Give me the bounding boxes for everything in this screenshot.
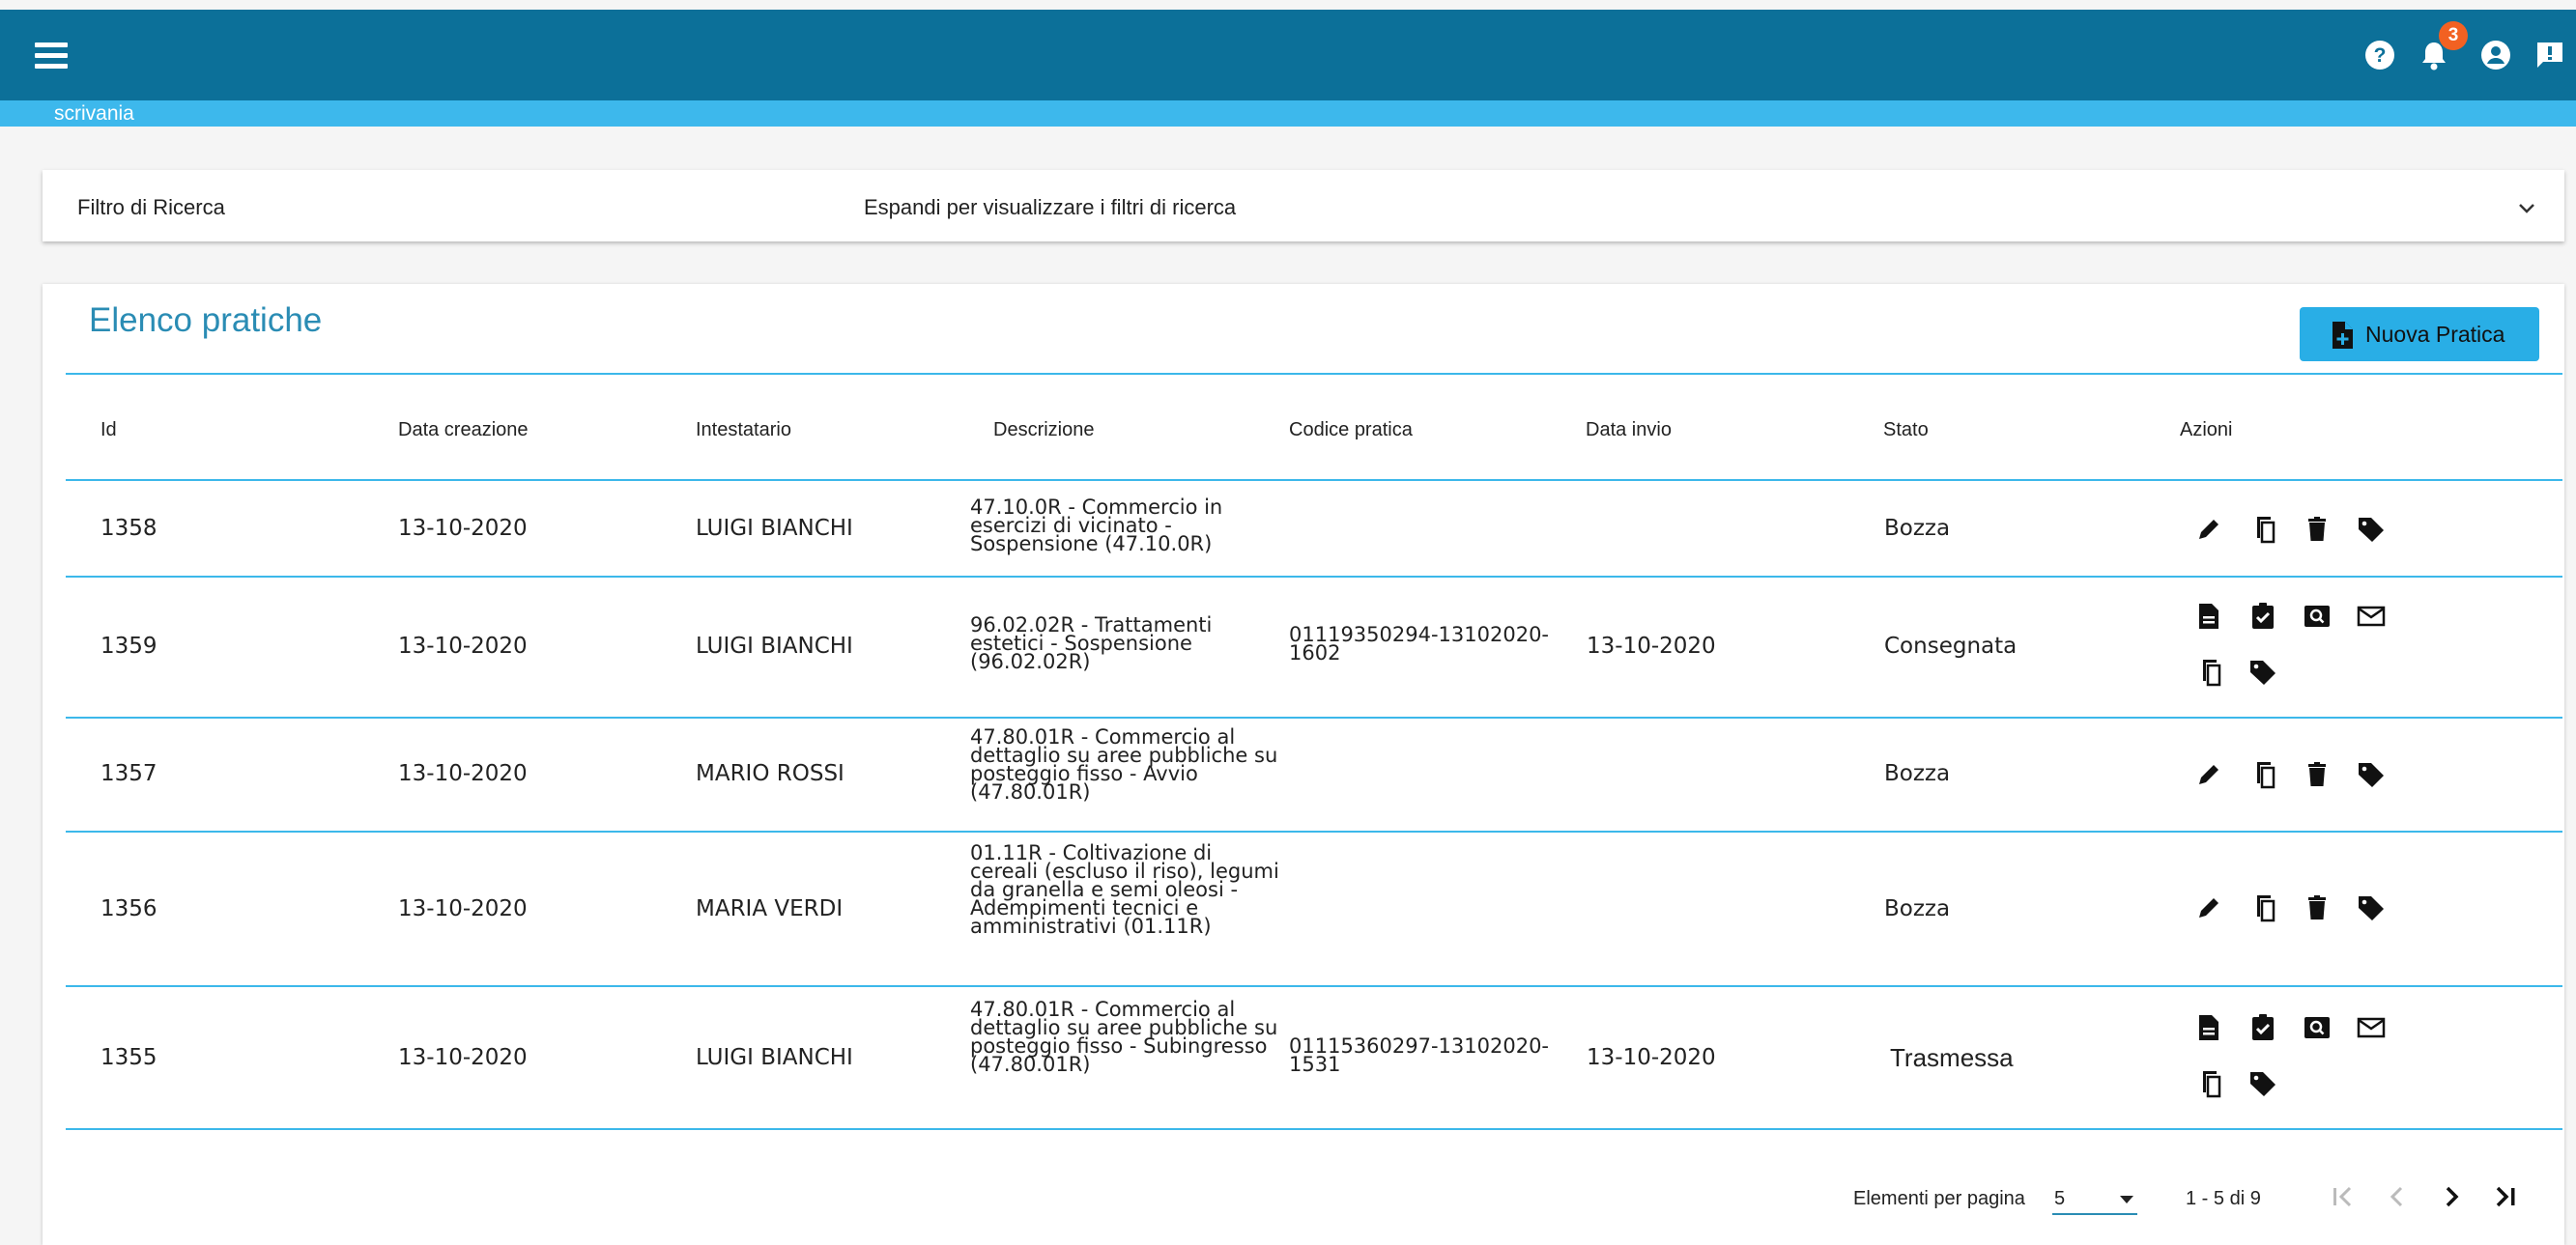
cell-id: 1357	[100, 761, 157, 786]
page-title: Elenco pratiche	[89, 301, 323, 339]
first-page-icon[interactable]	[2327, 1180, 2360, 1213]
cell-intestatario: LUIGI BIANCHI	[696, 516, 853, 541]
cell-stato: Bozza	[1884, 516, 1951, 541]
cell-intestatario: MARIO ROSSI	[696, 761, 844, 786]
copy-icon[interactable]	[2247, 514, 2278, 545]
svg-text:?: ?	[2374, 44, 2387, 67]
edit-icon[interactable]	[2193, 759, 2224, 790]
table-row[interactable]: 1357 13-10-2020 MARIO ROSSI 47.80.01R - …	[43, 717, 2564, 831]
next-page-icon[interactable]	[2435, 1180, 2468, 1213]
preview-icon[interactable]	[2302, 601, 2333, 632]
chevron-down-icon[interactable]	[2514, 195, 2539, 220]
feedback-icon[interactable]	[2533, 39, 2566, 71]
cell-descrizione: 96.02.02R - Trattamenti estetici - Sospe…	[970, 613, 1213, 673]
cell-intestatario: LUIGI BIANCHI	[696, 1045, 853, 1070]
cell-descrizione: 47.80.01R - Commercio al dettaglio su ar…	[970, 998, 1278, 1076]
cell-codice-pratica: 01115360297-13102020-1531	[1289, 1034, 1550, 1076]
notification-badge: 3	[2439, 21, 2468, 50]
edit-icon[interactable]	[2193, 892, 2224, 923]
cell-data-creazione: 13-10-2020	[398, 1045, 528, 1070]
filter-description: Espandi per visualizzare i filtri di ric…	[864, 195, 1237, 219]
copy-icon[interactable]	[2247, 892, 2278, 923]
cell-descrizione: 01.11R - Coltivazione di cereali (esclus…	[970, 841, 1279, 938]
copy-icon[interactable]	[2193, 657, 2224, 688]
new-practice-button[interactable]: Nuova Pratica	[2300, 307, 2539, 361]
page-range-label: 1 - 5 di 9	[2186, 1188, 2261, 1209]
page-size-select[interactable]: 5	[2052, 1186, 2137, 1215]
menu-icon[interactable]	[35, 42, 68, 70]
cell-intestatario: MARIA VERDI	[696, 896, 844, 921]
clipboard-check-icon[interactable]	[2247, 601, 2278, 632]
cell-codice-pratica: 01119350294-13102020-1602	[1289, 623, 1550, 665]
clipboard-check-icon[interactable]	[2247, 1012, 2278, 1043]
section-label: scrivania	[54, 102, 134, 125]
tag-icon[interactable]	[2356, 892, 2387, 923]
app-header	[0, 10, 2576, 100]
cell-id: 1358	[100, 516, 157, 541]
copy-icon[interactable]	[2193, 1068, 2224, 1099]
delete-icon[interactable]	[2302, 514, 2333, 545]
table-row[interactable]: 1355 13-10-2020 LUIGI BIANCHI 47.80.01R …	[43, 985, 2564, 1128]
cell-data-creazione: 13-10-2020	[398, 761, 528, 786]
divider	[66, 1128, 2562, 1130]
column-header-intestatario[interactable]: Intestatario	[696, 419, 791, 441]
cell-stato: Bozza	[1884, 761, 1951, 786]
document-icon[interactable]	[2193, 601, 2224, 632]
account-icon[interactable]	[2479, 39, 2512, 71]
new-document-icon	[2333, 322, 2353, 349]
preview-icon[interactable]	[2302, 1012, 2333, 1043]
previous-page-icon[interactable]	[2381, 1180, 2414, 1213]
mail-icon[interactable]	[2356, 1012, 2387, 1043]
column-header-azioni: Azioni	[2180, 419, 2233, 440]
cell-stato: Bozza	[1884, 896, 1951, 921]
section-bar: scrivania	[0, 100, 2576, 127]
help-icon[interactable]: ?	[2363, 39, 2396, 71]
page-size-label: Elementi per pagina	[1853, 1188, 2025, 1209]
cell-id: 1355	[100, 1045, 157, 1070]
search-filter-panel[interactable]: Filtro di Ricerca Espandi per visualizza…	[43, 170, 2564, 241]
cell-data-creazione: 13-10-2020	[398, 516, 528, 541]
filter-title: Filtro di Ricerca	[77, 195, 225, 219]
cell-id: 1359	[100, 634, 157, 659]
cell-intestatario: LUIGI BIANCHI	[696, 634, 853, 659]
cell-stato: Trasmessa	[1890, 1043, 2014, 1072]
delete-icon[interactable]	[2302, 759, 2333, 790]
document-icon[interactable]	[2193, 1012, 2224, 1043]
tag-icon[interactable]	[2356, 759, 2387, 790]
last-page-icon[interactable]	[2489, 1180, 2522, 1213]
column-header-codice-pratica[interactable]: Codice pratica	[1289, 419, 1413, 441]
column-header-id[interactable]: Id	[100, 419, 117, 441]
table-row[interactable]: 1356 13-10-2020 MARIA VERDI 01.11R - Col…	[43, 831, 2564, 985]
cell-data-creazione: 13-10-2020	[398, 634, 528, 659]
delete-icon[interactable]	[2302, 892, 2333, 923]
cell-data-creazione: 13-10-2020	[398, 896, 528, 921]
table-row[interactable]: 1358 13-10-2020 LUIGI BIANCHI 47.10.0R -…	[43, 479, 2564, 576]
dropdown-arrow-icon	[2120, 1196, 2133, 1203]
new-practice-label: Nuova Pratica	[2365, 322, 2505, 347]
cell-data-invio: 13-10-2020	[1587, 634, 1716, 659]
table-row[interactable]: 1359 13-10-2020 LUIGI BIANCHI 96.02.02R …	[43, 576, 2564, 717]
column-header-data-creazione[interactable]: Data creazione	[398, 419, 529, 441]
copy-icon[interactable]	[2247, 759, 2278, 790]
cell-descrizione: 47.80.01R - Commercio al dettaglio su ar…	[970, 725, 1278, 804]
cell-id: 1356	[100, 896, 157, 921]
cell-stato: Consegnata	[1884, 634, 2018, 659]
column-header-descrizione[interactable]: Descrizione	[993, 419, 1094, 441]
edit-icon[interactable]	[2193, 514, 2224, 545]
mail-icon[interactable]	[2356, 601, 2387, 632]
column-header-stato[interactable]: Stato	[1883, 419, 1929, 441]
cell-descrizione: 47.10.0R - Commercio in esercizi di vici…	[970, 495, 1223, 555]
tag-icon[interactable]	[2247, 1068, 2278, 1099]
column-header-data-invio[interactable]: Data invio	[1586, 419, 1672, 441]
divider	[66, 373, 2562, 375]
practices-card: Elenco pratiche Nuova Pratica Id Data cr…	[43, 284, 2564, 1245]
tag-icon[interactable]	[2356, 514, 2387, 545]
tag-icon[interactable]	[2247, 657, 2278, 688]
cell-data-invio: 13-10-2020	[1587, 1045, 1716, 1070]
page-size-value: 5	[2054, 1188, 2066, 1209]
